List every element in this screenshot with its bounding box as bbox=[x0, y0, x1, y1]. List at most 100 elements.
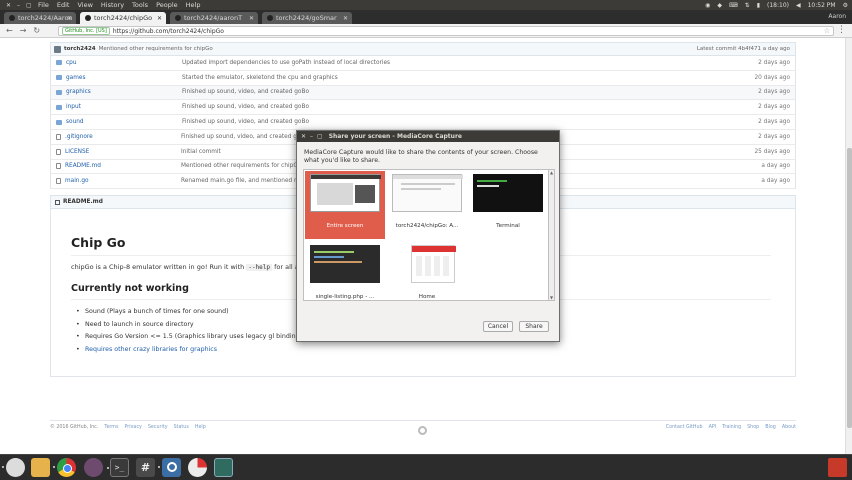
file-commit-message[interactable]: Updated import dependencies to use goPat… bbox=[182, 60, 390, 66]
reload-icon[interactable]: ↻ bbox=[33, 26, 40, 35]
url-text[interactable]: https://github.com/torch2424/chipGo bbox=[113, 28, 224, 35]
source-home[interactable]: Home bbox=[387, 242, 467, 310]
file-name[interactable]: cpu bbox=[66, 60, 182, 66]
footer-link-privacy[interactable]: Privacy bbox=[124, 425, 141, 430]
profile-name[interactable]: Aaron bbox=[828, 13, 846, 20]
file-commit-message[interactable]: Started the emulator, skeletond the cpu … bbox=[182, 75, 338, 81]
file-row[interactable]: sound Finished up sound, video, and crea… bbox=[50, 115, 796, 130]
file-commit-message[interactable]: Finished up sound, video, and created go… bbox=[182, 89, 309, 95]
share-button[interactable]: Share bbox=[519, 321, 549, 332]
file-name[interactable]: input bbox=[66, 104, 182, 110]
menu-tools[interactable]: Tools bbox=[132, 1, 148, 9]
secure-badge[interactable]: GitHub, Inc. [US] bbox=[62, 27, 110, 35]
maximize-window-icon[interactable]: ▢ bbox=[26, 2, 32, 9]
minimize-window-icon[interactable]: – bbox=[17, 2, 20, 9]
source-terminal[interactable]: Terminal bbox=[468, 171, 548, 239]
avatar[interactable] bbox=[54, 45, 61, 53]
footer-link-terms[interactable]: Terms bbox=[104, 425, 118, 430]
dropbox-tray-icon[interactable]: ◆ bbox=[717, 2, 722, 9]
source-grid-scrollbar[interactable]: ▲ ▼ bbox=[549, 169, 555, 301]
file-commit-message[interactable]: Finished up sound, video, and created go… bbox=[181, 134, 308, 140]
list-item-link[interactable]: Requires other crazy libraries for graph… bbox=[76, 346, 296, 359]
bookmark-star-icon[interactable]: ☆ bbox=[824, 27, 830, 35]
source-browser-window[interactable]: torch2424/chipGo: A... bbox=[387, 171, 467, 239]
battery-time[interactable]: (18:10) bbox=[767, 2, 789, 9]
file-commit-message[interactable]: Initial commit bbox=[181, 149, 221, 155]
trash-icon[interactable] bbox=[828, 458, 847, 477]
file-name[interactable]: graphics bbox=[66, 89, 182, 95]
footer-link-training[interactable]: Training bbox=[722, 425, 741, 430]
tab-3[interactable]: torch2424/aaronT ✕ bbox=[170, 12, 258, 24]
file-name[interactable]: games bbox=[66, 75, 182, 81]
browser-menu-icon[interactable]: ⋮ bbox=[837, 25, 846, 35]
footer-link-about[interactable]: About bbox=[782, 425, 796, 430]
file-name[interactable]: sound bbox=[66, 119, 182, 125]
network-tray-icon[interactable]: ⇅ bbox=[745, 2, 750, 9]
disk-usage-app-icon[interactable] bbox=[188, 458, 207, 477]
menu-file[interactable]: File bbox=[38, 1, 49, 9]
latest-commit[interactable]: Latest commit 4b4f471 a day ago bbox=[697, 46, 790, 52]
tab-close-icon[interactable]: ✕ bbox=[343, 15, 348, 22]
tab-2-active[interactable]: torch2424/chipGo ✕ bbox=[80, 12, 166, 24]
footer-link-blog[interactable]: Blog bbox=[765, 425, 776, 430]
files-app-icon[interactable] bbox=[31, 458, 50, 477]
footer-link-status[interactable]: Status bbox=[174, 425, 189, 430]
footer-link-contact[interactable]: Contact GitHub bbox=[666, 425, 703, 430]
footer-link-help[interactable]: Help bbox=[195, 425, 206, 430]
tab-close-icon[interactable]: ✕ bbox=[157, 15, 162, 22]
menu-edit[interactable]: Edit bbox=[57, 1, 70, 9]
file-name[interactable]: .gitignore bbox=[65, 134, 181, 140]
menu-help[interactable]: Help bbox=[186, 1, 201, 9]
clock[interactable]: 10:52 PM bbox=[808, 2, 836, 9]
file-commit-message[interactable]: Finished up sound, video, and created go… bbox=[182, 119, 309, 125]
close-window-icon[interactable]: ✕ bbox=[6, 2, 11, 9]
dialog-titlebar[interactable]: ✕ – ▢ Share your screen - MediaCore Capt… bbox=[297, 131, 559, 142]
file-name[interactable]: README.md bbox=[65, 163, 181, 169]
footer-link-api[interactable]: API bbox=[709, 425, 717, 430]
menu-history[interactable]: History bbox=[101, 1, 124, 9]
settings-gear-icon[interactable]: ⚙ bbox=[843, 2, 848, 9]
hashtag-app-icon[interactable]: # bbox=[136, 458, 155, 477]
chrome-tray-icon[interactable]: ◉ bbox=[705, 2, 710, 9]
file-name[interactable]: main.go bbox=[65, 178, 181, 184]
volume-tray-icon[interactable]: ◀ bbox=[796, 2, 801, 9]
menu-view[interactable]: View bbox=[77, 1, 92, 9]
tab-close-icon[interactable]: ✕ bbox=[67, 15, 72, 22]
scroll-up-arrow-icon[interactable]: ▲ bbox=[549, 170, 554, 175]
file-commit-message[interactable]: Mentioned other requirements for chipGo bbox=[181, 163, 301, 169]
file-row[interactable]: input Finished up sound, video, and crea… bbox=[50, 100, 796, 116]
terminal-app-icon[interactable]: >_ bbox=[107, 458, 129, 477]
app-launcher-icon[interactable] bbox=[84, 458, 103, 477]
image-viewer-app-icon[interactable] bbox=[214, 458, 233, 477]
scrollbar-thumb[interactable] bbox=[847, 148, 852, 428]
tab-4[interactable]: torch2424/goSmar ✕ bbox=[262, 12, 352, 24]
back-arrow-icon[interactable]: ← bbox=[6, 26, 13, 35]
search-app-icon[interactable] bbox=[158, 458, 181, 477]
file-commit-message[interactable]: Renamed main.go file, and mentioned re bbox=[181, 178, 300, 184]
scroll-down-arrow-icon[interactable]: ▼ bbox=[549, 295, 554, 300]
file-row[interactable]: cpu Updated import dependencies to use g… bbox=[50, 56, 796, 71]
keyboard-tray-icon[interactable]: ⌨ bbox=[729, 2, 738, 9]
footer-link-security[interactable]: Security bbox=[148, 425, 168, 430]
url-bar[interactable]: GitHub, Inc. [US] https://github.com/tor… bbox=[58, 26, 834, 36]
battery-tray-icon[interactable]: ▮ bbox=[757, 2, 760, 9]
file-commit-message[interactable]: Finished up sound, video, and created go… bbox=[182, 104, 309, 110]
dialog-close-icon[interactable]: ✕ bbox=[301, 133, 306, 140]
tab-close-icon[interactable]: ✕ bbox=[249, 15, 254, 22]
file-row[interactable]: graphics Finished up sound, video, and c… bbox=[50, 85, 796, 101]
page-scrollbar[interactable] bbox=[845, 38, 852, 454]
file-row[interactable]: games Started the emulator, skeletond th… bbox=[50, 70, 796, 86]
dialog-maximize-icon[interactable]: ▢ bbox=[317, 133, 323, 140]
ubuntu-launcher-icon[interactable] bbox=[2, 458, 25, 477]
source-entire-screen[interactable]: Entire screen bbox=[305, 171, 385, 239]
commit-message[interactable]: Mentioned other requirements for chipGo bbox=[99, 46, 213, 52]
footer-link-shop[interactable]: Shop bbox=[747, 425, 759, 430]
forward-arrow-icon[interactable]: → bbox=[20, 26, 27, 35]
github-octocat-icon[interactable] bbox=[418, 426, 427, 435]
commit-author[interactable]: torch2424 bbox=[64, 46, 96, 52]
dialog-minimize-icon[interactable]: – bbox=[310, 133, 313, 140]
chrome-app-icon[interactable] bbox=[53, 458, 76, 477]
source-editor[interactable]: single-listing.php - ... bbox=[305, 242, 385, 310]
menu-people[interactable]: People bbox=[156, 1, 178, 9]
cancel-button[interactable]: Cancel bbox=[483, 321, 513, 332]
